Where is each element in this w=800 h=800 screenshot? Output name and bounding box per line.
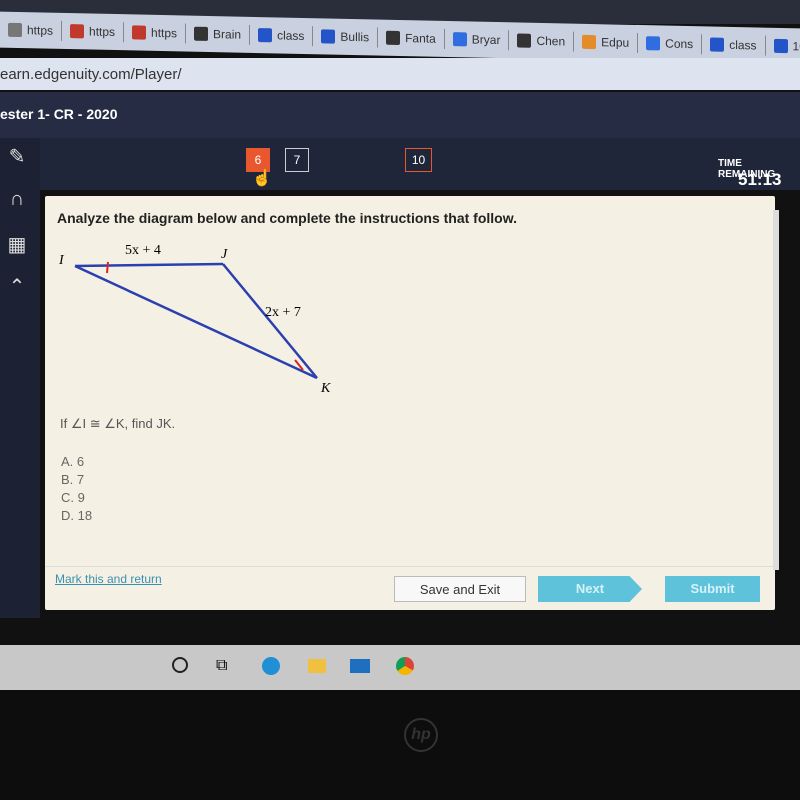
course-header: ester 1- CR - 2020 [0,92,800,138]
headphones-icon[interactable]: ∩ [4,188,30,212]
side-jk [222,263,318,379]
label-ij: 5x + 4 [125,243,161,258]
address-bar[interactable]: earn.edgenuity.com/Player/ [0,58,800,90]
bookmark-label: https [151,25,178,41]
vertex-j: J [221,247,228,262]
option-d[interactable]: D. 18 [61,508,92,523]
collapse-icon[interactable]: ⌃ [4,274,30,298]
x-icon [70,24,85,39]
bookmark-2[interactable]: https [124,22,187,44]
bookmark-6[interactable]: Fanta [378,27,445,49]
taskbar: ⧉ [0,645,800,690]
bookmark-7[interactable]: Bryar [444,28,510,51]
bookmark-11[interactable]: class [702,34,766,56]
question-prompt: If ∠I ≅ ∠K, find JK. [60,416,176,431]
mark-and-return-link[interactable]: Mark this and return [55,572,162,586]
edge-icon[interactable] [262,657,280,675]
classroom-icon [386,30,401,46]
side-ij [74,262,224,268]
divider [45,566,775,567]
bookmark-9[interactable]: Edpu [574,31,639,53]
bookmark-label: Chen [536,33,566,49]
laptop-bezel: hp [0,690,800,800]
bookmark-label: https [27,23,54,38]
question-panel: Analyze the diagram below and complete t… [45,196,779,610]
bookmark-label: Fanta [405,31,436,46]
bookmark-10[interactable]: Cons [638,32,703,55]
bookmark-label: 10 [792,39,800,54]
bookmark-5[interactable]: Bullis [313,26,379,48]
x-icon [132,25,147,40]
instruction-text: Analyze the diagram below and complete t… [57,210,517,226]
yahoo-icon [258,28,273,43]
label-jk: 2x + 7 [265,305,301,320]
angle-mark-i [106,261,109,274]
bookmark-4[interactable]: class [250,24,314,47]
bookmark-label: https [89,24,116,40]
course-title: ester 1- CR - 2020 [0,106,118,122]
bookmark-label: Bullis [340,29,370,45]
bookmark-0[interactable]: https [0,19,63,41]
bookmark-label: class [277,28,305,43]
save-and-exit-button[interactable]: Save and Exit [394,576,526,602]
bookmark-label: Edpu [601,35,630,50]
scrollbar[interactable] [773,210,779,570]
bookmark-label: Bryar [471,32,501,48]
next-button[interactable]: Next [538,576,642,602]
link-icon [8,22,22,38]
brainly-icon [194,26,209,41]
yahoo-icon [773,38,788,54]
bookmark-label: Cons [665,36,694,52]
question-7-button[interactable]: 7 [285,148,309,172]
bookmark-3[interactable]: Brain [186,23,251,45]
submit-button[interactable]: Submit [665,576,760,602]
docs-icon [452,32,467,47]
mail-icon[interactable] [350,659,370,673]
hp-logo: hp [404,718,438,752]
tool-sidebar: ✎ ∩ ▦ ⌃ [0,138,40,618]
option-a[interactable]: A. 6 [61,454,84,469]
bookmark-8[interactable]: Chen [509,30,575,52]
hand-cursor-icon: ☝ [252,170,272,187]
question-nav: 6 7 10 ☝ TIME REMAINING 51:13 [0,138,800,190]
bookmark-1[interactable]: https [62,20,125,43]
chrome-icon[interactable] [396,657,414,675]
vertex-k: K [320,381,331,396]
classroom-icon [321,29,336,44]
edpuzzle-icon [582,34,597,50]
side-ik [74,264,318,380]
vertex-i: I [58,253,65,268]
option-b[interactable]: B. 7 [61,472,84,487]
bookmark-12[interactable]: 10 [765,35,800,57]
search-icon[interactable] [172,657,188,673]
yahoo-icon [710,37,725,52]
calculator-icon[interactable]: ▦ [4,232,30,256]
question-10-button[interactable]: 10 [405,148,432,172]
docs-icon [646,36,661,51]
task-view-icon[interactable]: ⧉ [216,657,227,675]
classroom-icon [517,33,532,48]
timer-value: 51:13 [738,170,782,189]
triangle-diagram: I J K 5x + 4 2x + 7 [58,243,331,396]
bookmark-label: Brain [213,27,242,42]
pencil-icon[interactable]: ✎ [4,144,30,168]
option-c[interactable]: C. 9 [61,490,85,505]
url-text: earn.edgenuity.com/Player/ [0,66,182,83]
bookmark-label: class [729,37,757,53]
file-explorer-icon[interactable] [308,659,326,673]
